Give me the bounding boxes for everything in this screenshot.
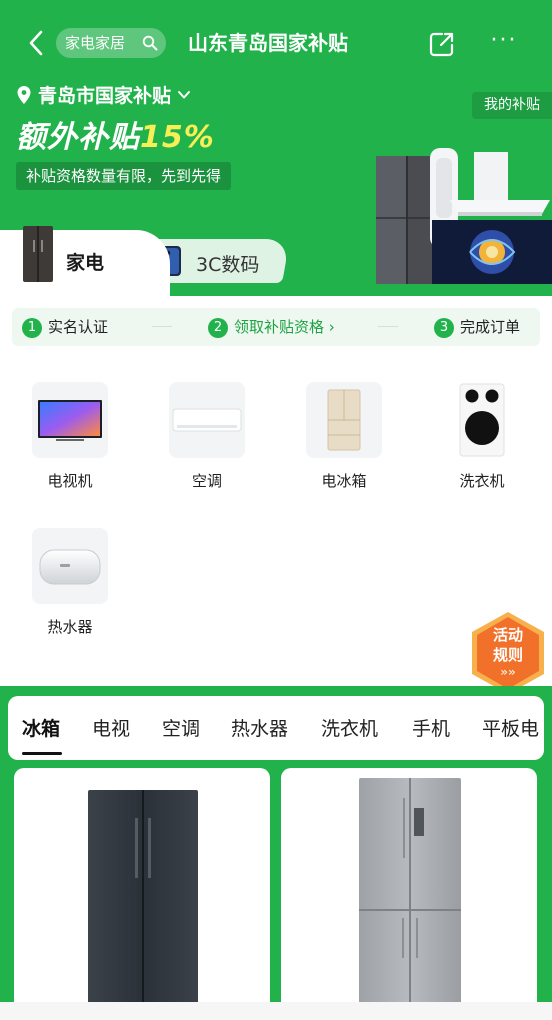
chevron-down-icon	[178, 91, 191, 99]
category-water-heater[interactable]: 热水器	[20, 528, 120, 648]
tab-phone[interactable]: 手机	[412, 714, 450, 741]
subsidy-steps: 1 实名认证 2 领取补贴资格 › 3 完成订单	[12, 308, 540, 346]
washing-machine-icon	[459, 383, 505, 457]
fridge-thumb-icon	[23, 226, 53, 282]
tab-tablet[interactable]: 平板电	[482, 714, 539, 741]
step-label: 完成订单	[460, 318, 521, 336]
tab-washing-machine[interactable]: 洗衣机	[321, 714, 378, 741]
tab-tv[interactable]: 电视	[92, 714, 130, 741]
location-pin-icon	[17, 86, 31, 104]
step-label: 实名认证	[48, 318, 109, 336]
heater-thumb	[32, 528, 108, 604]
step-complete-order: 3 完成订单	[434, 316, 520, 338]
back-button[interactable]	[22, 28, 52, 58]
fridge-thumb	[306, 382, 382, 458]
air-conditioner-icon	[172, 408, 242, 432]
subsidy-header: 家电家居 山东青岛国家补贴 ··· 青岛市国家补贴 我的补贴 额外补贴15% 补…	[0, 0, 552, 296]
top-bar: 家电家居 山东青岛国家补贴 ···	[0, 22, 552, 66]
tab-water-heater[interactable]: 热水器	[231, 714, 288, 741]
step-divider	[378, 326, 398, 327]
step-claim-subsidy[interactable]: 2 领取补贴资格 ›	[208, 316, 335, 338]
side-by-side-fridge-image	[88, 790, 198, 1020]
share-button[interactable]	[428, 30, 456, 58]
more-button[interactable]: ···	[486, 28, 522, 58]
category-tv[interactable]: 电视机	[20, 382, 120, 502]
extra-subsidy-text: 额外补贴	[16, 120, 140, 155]
appliance-banner-image	[376, 148, 552, 284]
washer-thumb	[444, 382, 520, 458]
tv-thumb	[32, 382, 108, 458]
category-fridge[interactable]: 电冰箱	[294, 382, 394, 502]
category-air-conditioner[interactable]: 空调	[157, 382, 257, 502]
tab-air-conditioner[interactable]: 空调	[162, 714, 200, 741]
active-tab-indicator	[22, 752, 62, 755]
page-title: 山东青岛国家补贴	[188, 31, 348, 55]
search-label: 家电家居	[65, 34, 126, 52]
rules-line1: 活动	[492, 626, 523, 644]
rules-arrows: »»	[500, 665, 516, 679]
extra-subsidy-headline: 额外补贴15%	[16, 118, 215, 158]
tab-3c-digital-label: 3C数码	[196, 254, 260, 276]
step-number: 1	[22, 318, 42, 338]
water-heater-icon	[39, 549, 101, 585]
tab-home-appliance[interactable]: 家电	[0, 226, 170, 296]
category-name: 电冰箱	[321, 472, 367, 490]
back-arrow-icon	[29, 30, 43, 56]
fridge-icon	[327, 389, 361, 451]
city-selector[interactable]: 青岛市国家补贴	[16, 83, 191, 109]
product-section: 冰箱 电视 空调 热水器 洗衣机 手机 平板电	[0, 686, 552, 1020]
category-washing-machine[interactable]: 洗衣机	[432, 382, 532, 502]
step-number: 3	[434, 318, 454, 338]
limit-note: 补贴资格数量有限，先到先得	[16, 162, 232, 190]
extra-subsidy-percent: 15%	[140, 120, 215, 155]
step-divider	[152, 326, 172, 327]
search-icon	[142, 35, 158, 51]
my-subsidy-button[interactable]: 我的补贴	[472, 92, 552, 119]
product-card[interactable]	[281, 768, 537, 1020]
tab-home-appliance-label: 家电	[66, 252, 105, 274]
tv-icon	[38, 400, 102, 441]
bottom-strip	[0, 1002, 552, 1020]
rules-label: 活动 规则	[468, 625, 548, 665]
rules-line2: 规则	[492, 646, 523, 664]
product-card[interactable]	[14, 768, 270, 1020]
category-name: 电视机	[47, 472, 93, 490]
step-real-name: 1 实名认证	[22, 316, 108, 338]
ac-thumb	[169, 382, 245, 458]
category-name: 热水器	[47, 618, 93, 636]
category-name: 空调	[191, 472, 222, 490]
city-label: 青岛市国家补贴	[38, 85, 172, 107]
search-pill[interactable]: 家电家居	[56, 28, 166, 58]
french-door-fridge-image	[359, 778, 461, 1020]
activity-rules-button[interactable]: 活动规则 »»	[468, 610, 548, 696]
step-label: 领取补贴资格 ›	[234, 318, 335, 336]
category-name: 洗衣机	[459, 472, 505, 490]
product-tabs: 冰箱 电视 空调 热水器 洗衣机 手机 平板电	[8, 696, 544, 760]
tab-fridge[interactable]: 冰箱	[22, 714, 60, 741]
step-number: 2	[208, 318, 228, 338]
share-icon	[429, 32, 454, 57]
